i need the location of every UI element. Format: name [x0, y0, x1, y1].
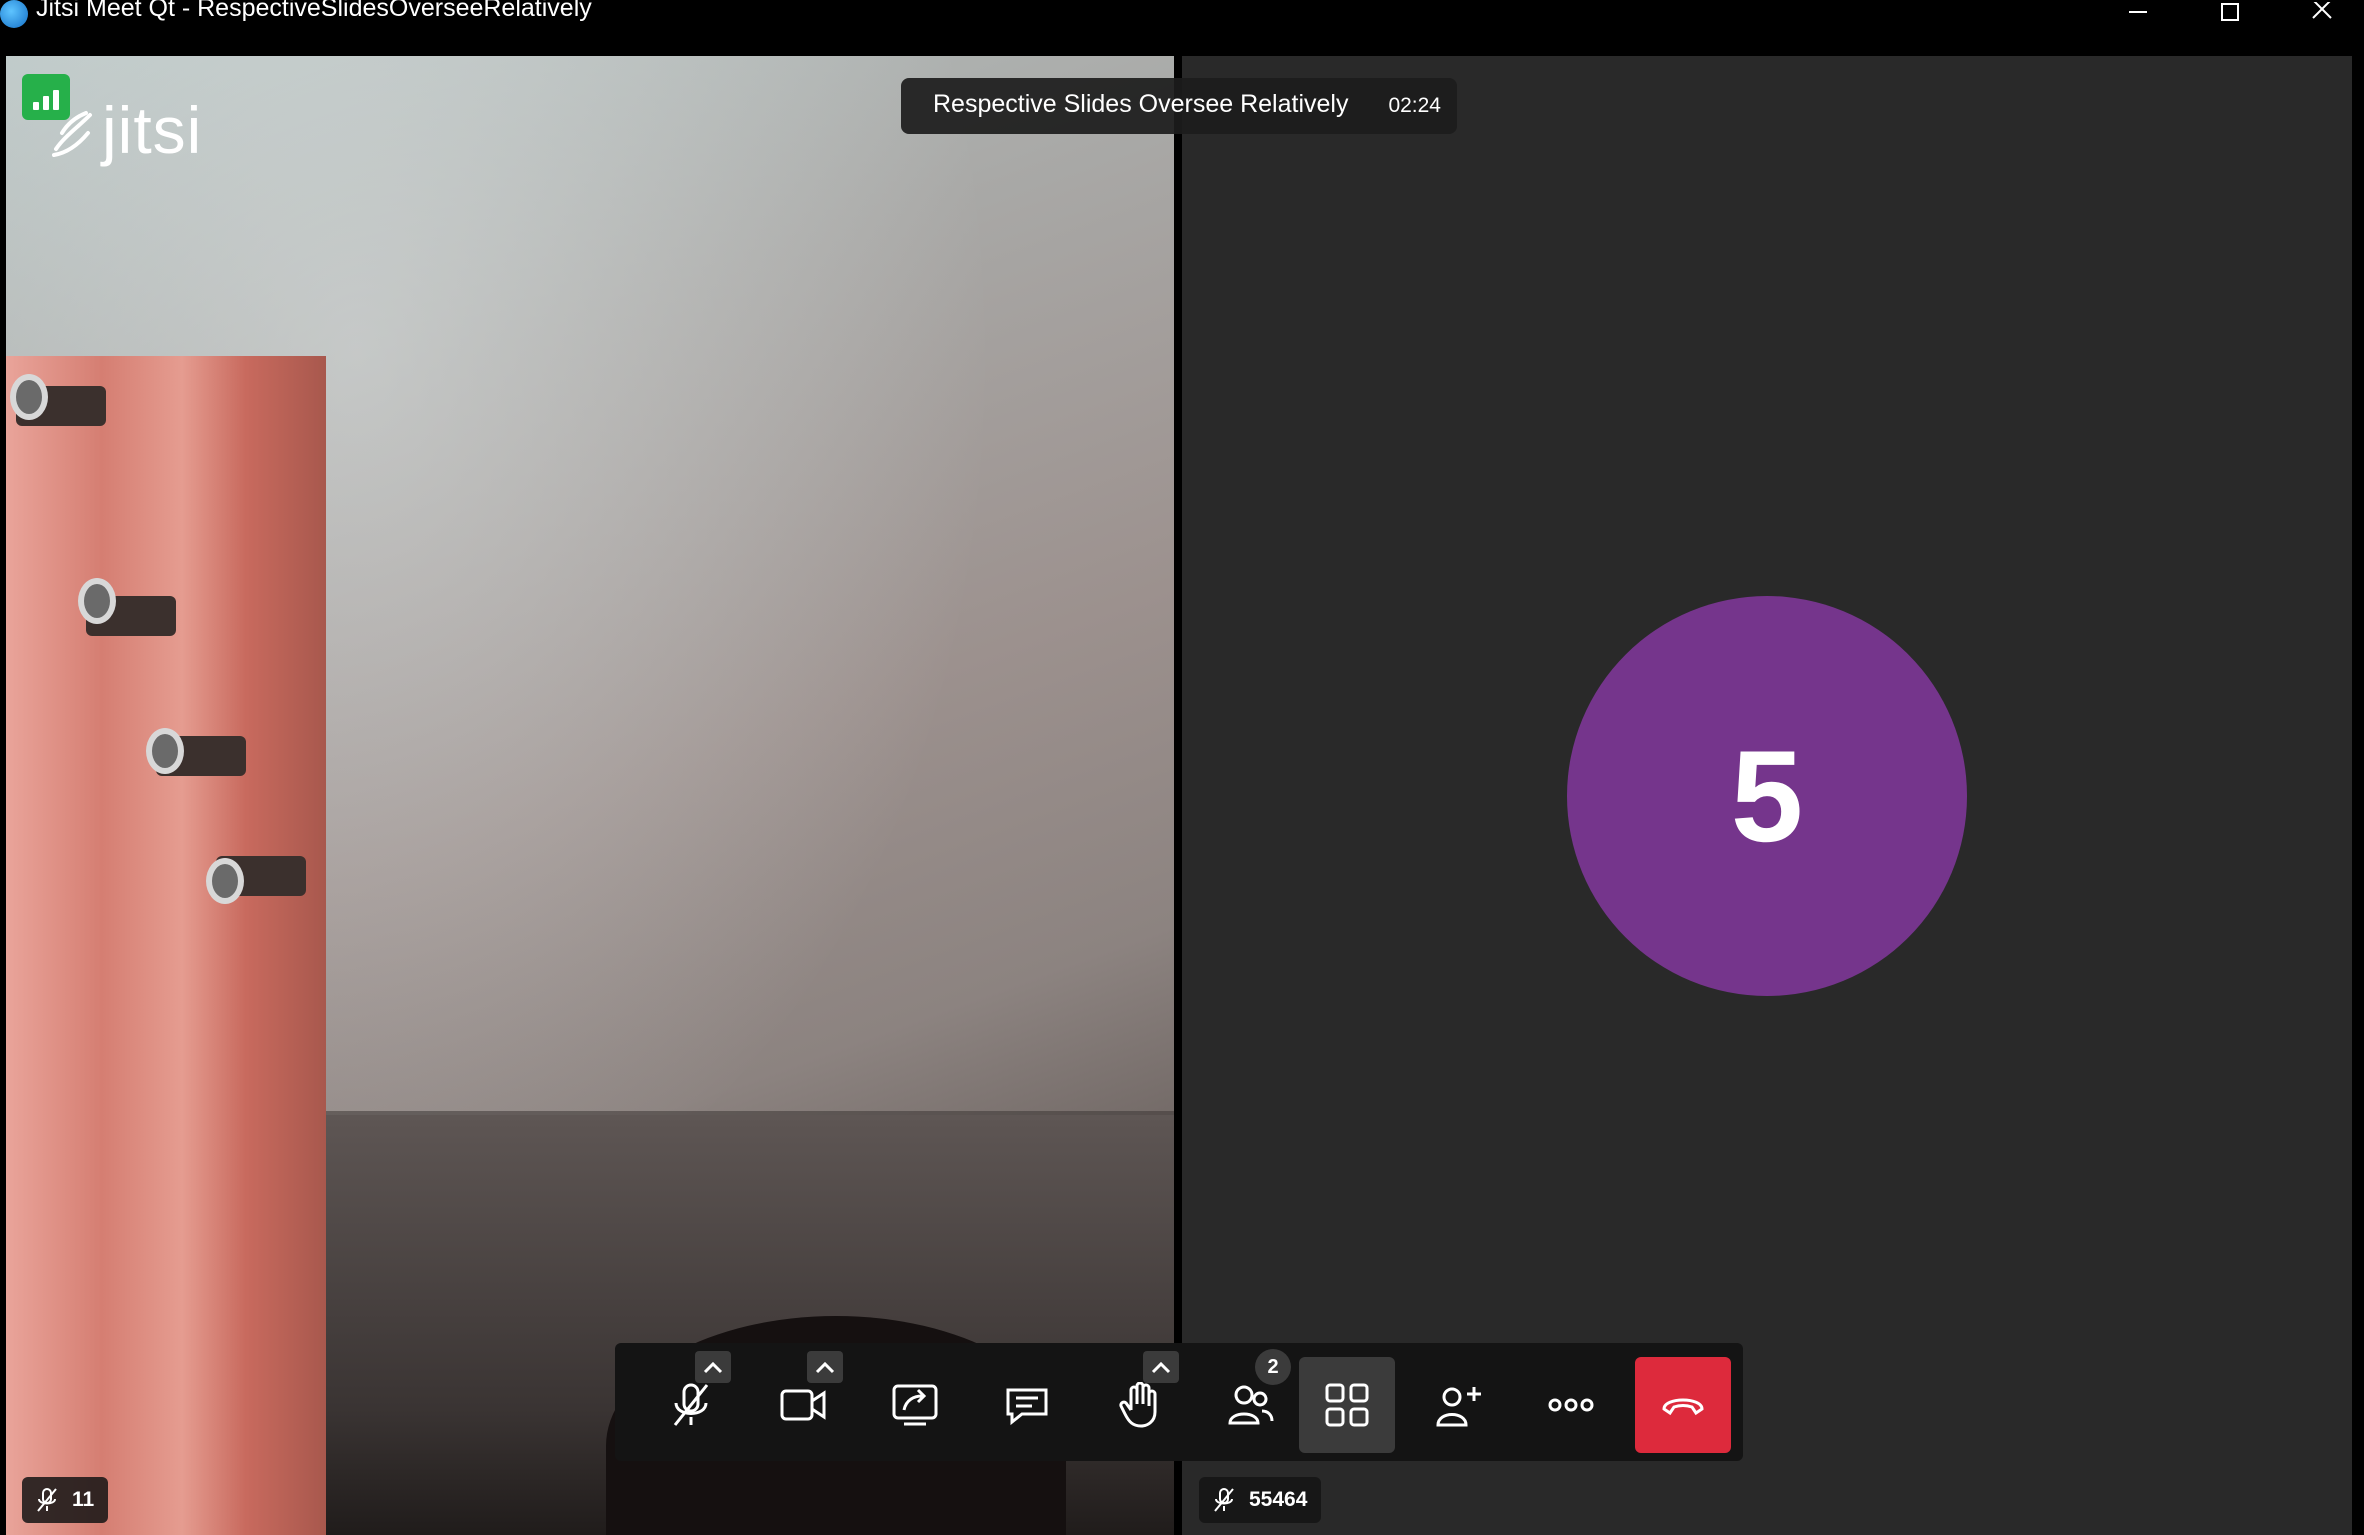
curtain-ring [10, 374, 48, 420]
more-icon [1548, 1398, 1594, 1412]
participants-icon [1228, 1385, 1274, 1425]
more-actions-button[interactable] [1523, 1357, 1619, 1453]
chevron-up-icon [1151, 1361, 1171, 1374]
meeting-toolbar: 2 [615, 1343, 1743, 1461]
local-video-tile[interactable] [6, 56, 1174, 1535]
minimize-icon [2129, 11, 2147, 13]
tile-divider [1174, 56, 1182, 1535]
participant-avatar: 5 [1567, 596, 1967, 996]
maximize-icon [2221, 3, 2239, 21]
chevron-up-icon [703, 1361, 723, 1374]
camera-icon [780, 1389, 826, 1421]
window-titlebar: Jitsi Meet Qt - RespectiveSlidesOverseeR… [0, 0, 2364, 50]
share-screen-button[interactable] [867, 1357, 963, 1453]
meeting-subject-bar: Respective Slides Oversee Relatively 02:… [901, 78, 1457, 134]
maximize-button[interactable] [2200, 0, 2260, 28]
jitsi-logo-icon [52, 111, 92, 157]
open-chat-button[interactable] [979, 1357, 1075, 1453]
avatar-initial: 5 [1730, 723, 1804, 869]
leave-meeting-button[interactable] [1635, 1357, 1731, 1453]
local-name-tag: 11 [22, 1477, 109, 1523]
participants-count-badge: 2 [1255, 1349, 1291, 1385]
hangup-icon [1662, 1398, 1704, 1416]
audio-settings-caret[interactable] [695, 1351, 731, 1383]
reactions-caret[interactable] [1143, 1351, 1179, 1383]
video-settings-caret[interactable] [807, 1351, 843, 1383]
curtain-ring [78, 578, 116, 624]
meeting-subject: Respective Slides Oversee Relatively [933, 90, 1349, 118]
remote-participant-name: 55464 [1249, 1488, 1308, 1511]
chat-icon [1006, 1388, 1048, 1426]
close-icon [2312, 2, 2332, 19]
invite-icon [1436, 1387, 1481, 1427]
raise-hand-icon [1119, 1382, 1157, 1428]
curtain-ring [206, 858, 244, 904]
app-icon [0, 0, 28, 28]
screen-share-icon [892, 1384, 938, 1426]
meeting-timer: 02:24 [1388, 94, 1441, 117]
signal-bar [33, 102, 39, 110]
logo-text: jitsi [102, 93, 203, 167]
remote-name-tag: 55464 [1199, 1477, 1322, 1523]
tile-view-button[interactable] [1299, 1357, 1395, 1453]
microphone-muted-icon [1214, 1488, 1234, 1512]
close-button[interactable] [2292, 0, 2352, 28]
invite-people-button[interactable] [1411, 1357, 1507, 1453]
microphone-muted-icon [673, 1383, 709, 1426]
chevron-up-icon [815, 1361, 835, 1374]
local-participant-name: 11 [72, 1488, 95, 1511]
video-curtain [6, 356, 326, 1535]
microphone-muted-icon [37, 1488, 57, 1512]
window-title: Jitsi Meet Qt - RespectiveSlidesOverseeR… [36, 0, 592, 22]
curtain-ring [146, 728, 184, 774]
jitsi-logo: jitsi [48, 92, 202, 168]
minimize-button[interactable] [2108, 0, 2168, 28]
tile-view-icon [1325, 1383, 1369, 1427]
